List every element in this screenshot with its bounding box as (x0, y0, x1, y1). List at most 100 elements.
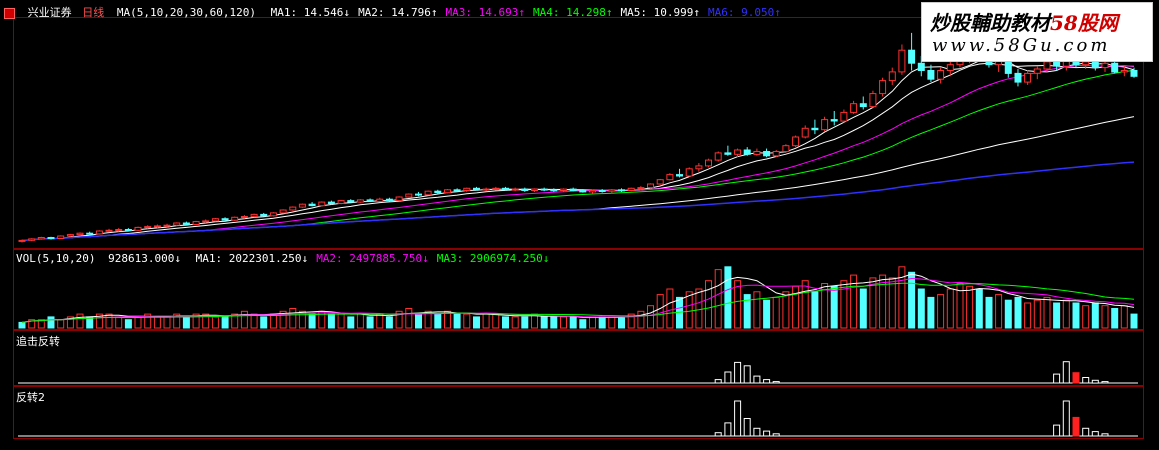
menu-icon[interactable] (4, 7, 15, 19)
indicator1-bar (1082, 377, 1090, 384)
volume-bar (482, 313, 490, 329)
candle-body (434, 190, 442, 194)
candle-body (676, 174, 683, 177)
indicator1-bar (1072, 372, 1080, 384)
volume-bar (1130, 313, 1138, 329)
candle-body (473, 187, 480, 191)
volume-bar (105, 313, 113, 329)
candle-body (782, 145, 790, 152)
candle-body (318, 201, 326, 207)
ma-value-6: MA6: 9.050↑ (708, 6, 781, 19)
candle-body (1014, 72, 1022, 83)
volume-bar (695, 288, 703, 329)
indicator1-bar (772, 381, 780, 384)
volume-bar (569, 316, 577, 329)
indicator1-panel[interactable] (13, 330, 1144, 386)
candle-body (1111, 62, 1119, 73)
indicator2-panel[interactable] (13, 386, 1144, 439)
ma-value-1: MA1: 2022301.250↓ (195, 252, 309, 265)
candle-body (937, 70, 945, 80)
watermark-logo: 炒股輔助教材58股网 www.58Gu.com (921, 2, 1153, 62)
candle-body (366, 199, 374, 202)
indicator1-label: 追击反转 (16, 335, 60, 348)
candle-body (1120, 70, 1128, 73)
candle-body (917, 62, 925, 71)
candle-body (124, 229, 132, 231)
indicator2-bar (1062, 400, 1070, 437)
volume-bar (76, 313, 84, 329)
volume-bar (463, 313, 471, 329)
candle-body (86, 232, 94, 235)
volume-bar (830, 285, 838, 329)
ma-value-1: MA1: 14.546↓ (270, 6, 351, 19)
volume-bar (124, 319, 132, 329)
volume-bar (473, 316, 480, 329)
ma-value-3: MA3: 2906974.250↓ (436, 252, 550, 265)
candle-body (734, 149, 742, 155)
volume-bar (540, 316, 548, 329)
candle-body (327, 201, 335, 205)
candle-body (540, 188, 548, 191)
indicator2-bar (734, 400, 742, 437)
candle-body (840, 111, 848, 122)
volume-bar (415, 313, 422, 329)
candle-body (946, 64, 954, 71)
candle-body (1130, 70, 1138, 77)
candle-body (511, 188, 519, 191)
candle-body (1091, 61, 1099, 69)
candle-body (550, 189, 558, 192)
candle-body (1053, 61, 1061, 67)
volume-bar (356, 313, 364, 329)
volume-bar (656, 294, 664, 329)
candle-body (260, 213, 268, 217)
volume-bar (927, 296, 935, 329)
candle-body (1024, 72, 1032, 83)
volume-bar (57, 319, 65, 329)
ma-line-5 (21, 58, 1135, 241)
candle-body (637, 187, 645, 190)
candle-body (211, 218, 219, 222)
candle-body (66, 234, 74, 237)
indicator1-bar (763, 379, 771, 384)
period-label[interactable]: 日线 (82, 6, 104, 19)
candle-body (115, 229, 123, 231)
ma-value-4: MA4: 14.298↑ (533, 6, 613, 19)
candle-body (608, 189, 616, 192)
indicator2-bar (1072, 416, 1080, 437)
candle-body (415, 193, 422, 196)
candle-body (463, 187, 471, 192)
candle-body (95, 230, 103, 235)
candle-body (18, 239, 26, 242)
candle-body (279, 209, 287, 214)
indicator2-bar (1101, 433, 1109, 437)
volume-bar (946, 288, 954, 329)
volume-bar (492, 313, 500, 329)
candle-body (898, 49, 906, 73)
volume-bar (724, 266, 732, 329)
volume-bar (502, 316, 509, 329)
candle-body (144, 226, 152, 229)
candle-body (134, 226, 142, 231)
volume-bar (763, 299, 771, 329)
indicator1-bar (1053, 373, 1061, 384)
volume-bar (1062, 299, 1070, 329)
candle-body (1101, 62, 1109, 69)
candle-body (1082, 61, 1090, 66)
volume-bar (521, 316, 529, 329)
volume-bar (908, 271, 916, 329)
stock-chart[interactable] (0, 0, 1159, 450)
candle-body (598, 190, 606, 192)
candle-body (356, 199, 364, 203)
volume-bar (811, 291, 819, 329)
stock-name: 兴业证券 (27, 6, 72, 19)
volume-bar (405, 308, 413, 329)
volume-bar (618, 316, 625, 329)
candle-body (1033, 68, 1041, 74)
candle-body (531, 188, 538, 192)
volume-bar (260, 316, 268, 329)
volume-bar (579, 319, 587, 329)
candle-body (492, 187, 500, 190)
indicator1-bar (1062, 361, 1070, 384)
candle-body (589, 190, 596, 193)
candle-body (76, 232, 84, 236)
